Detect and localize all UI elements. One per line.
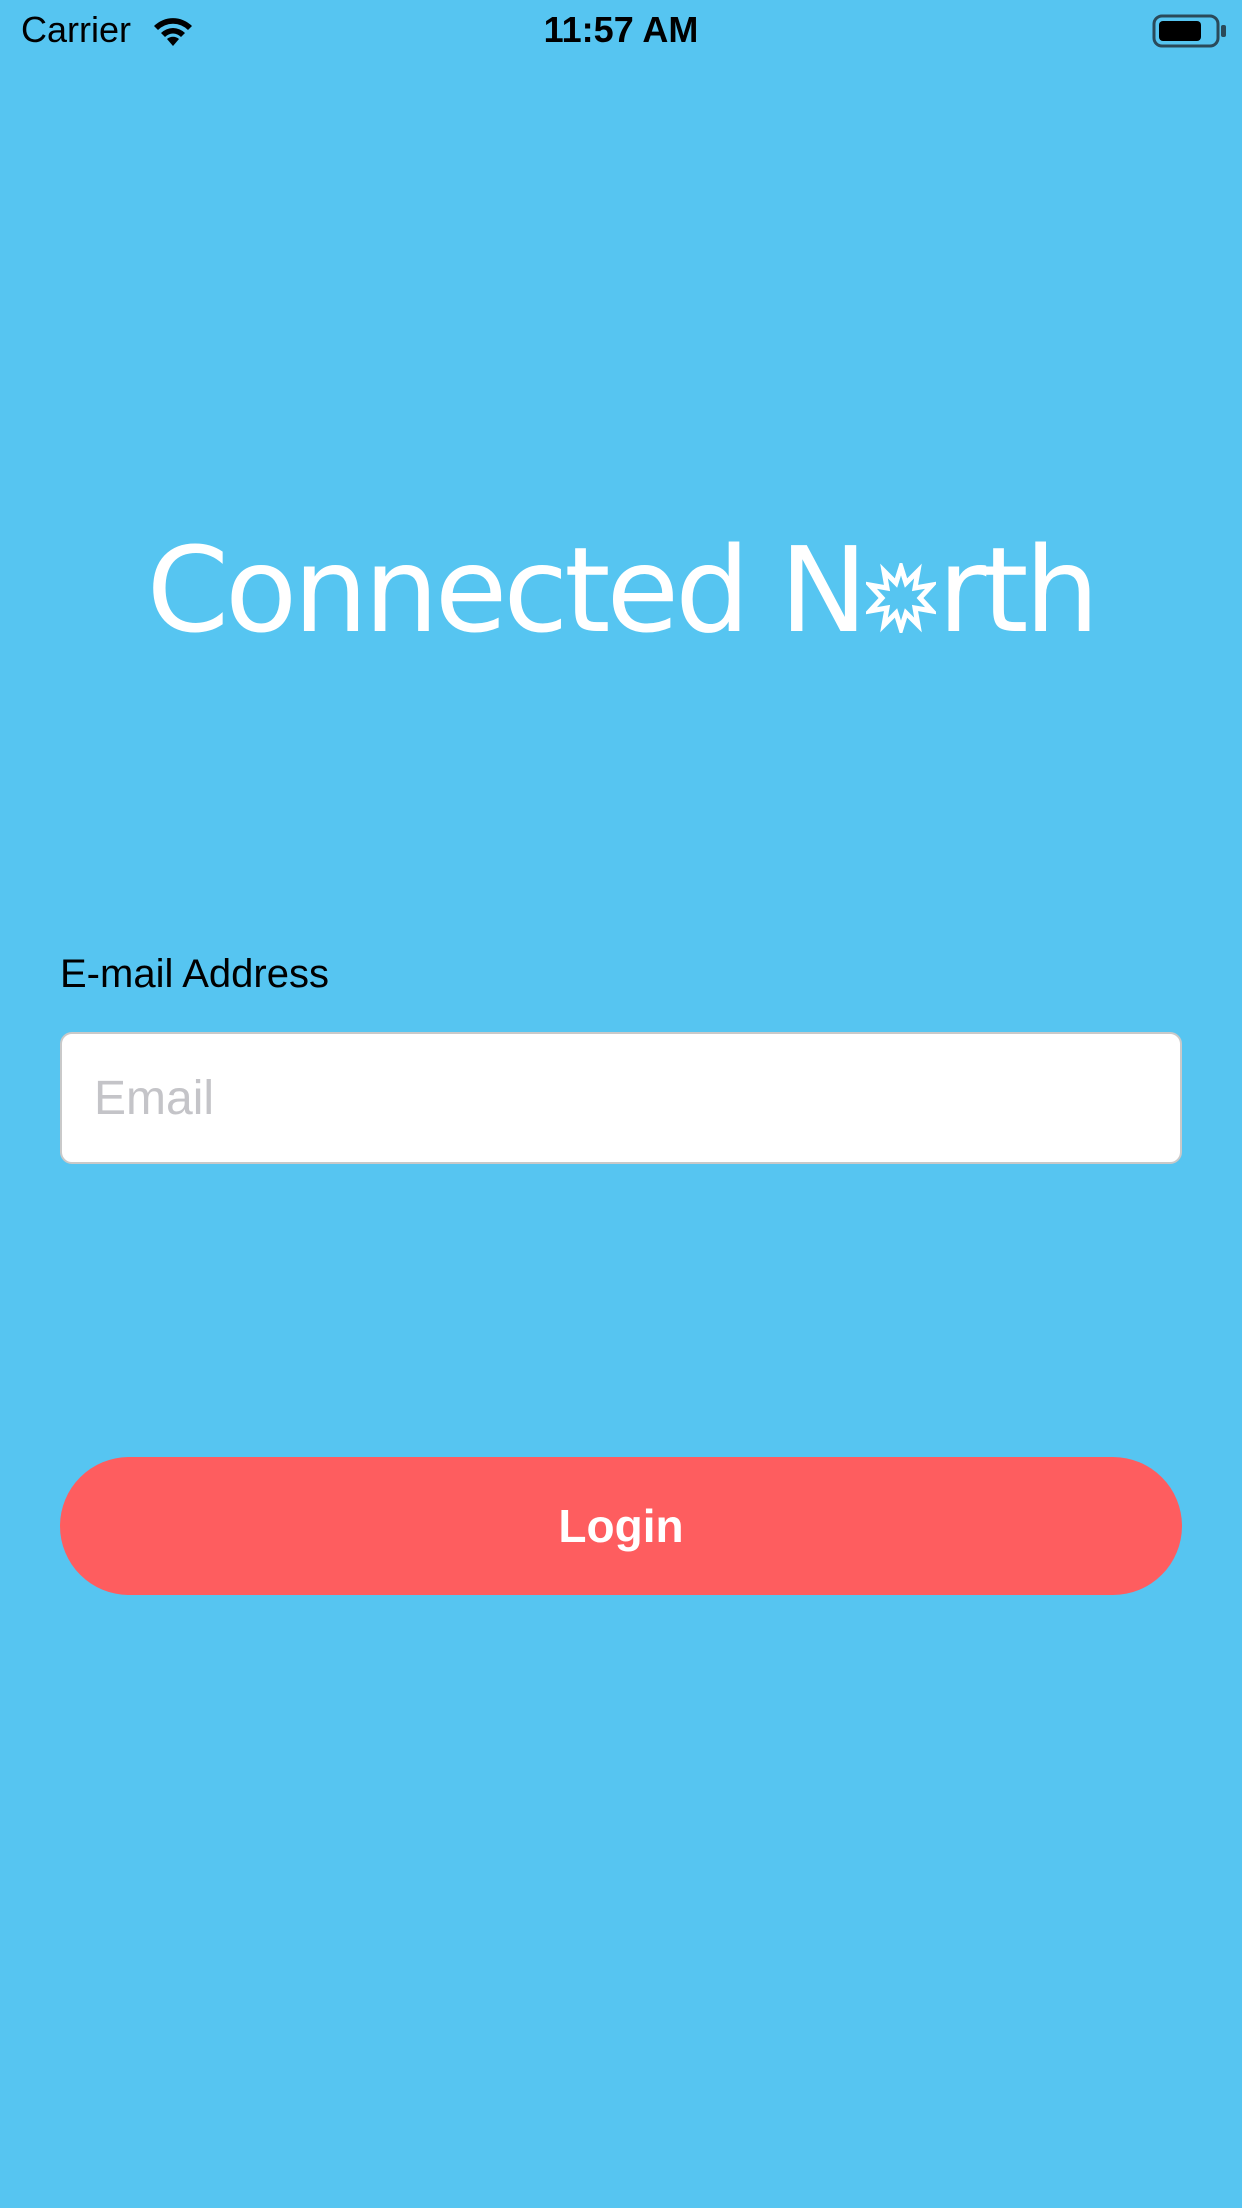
status-time: 11:57 AM bbox=[543, 9, 699, 50]
status-bar: Carrier 11:57 AM bbox=[0, 0, 1242, 62]
logo-text-end: rth bbox=[937, 521, 1100, 659]
sunburst-icon bbox=[865, 563, 936, 633]
battery-icon bbox=[1152, 14, 1226, 48]
email-label: E-mail Address bbox=[60, 952, 329, 996]
logo-text-start: Connected N bbox=[146, 521, 868, 659]
email-input[interactable] bbox=[60, 1032, 1182, 1164]
login-button[interactable]: Login bbox=[60, 1457, 1182, 1595]
connected-north-logo: Connected N rth bbox=[0, 520, 1242, 660]
